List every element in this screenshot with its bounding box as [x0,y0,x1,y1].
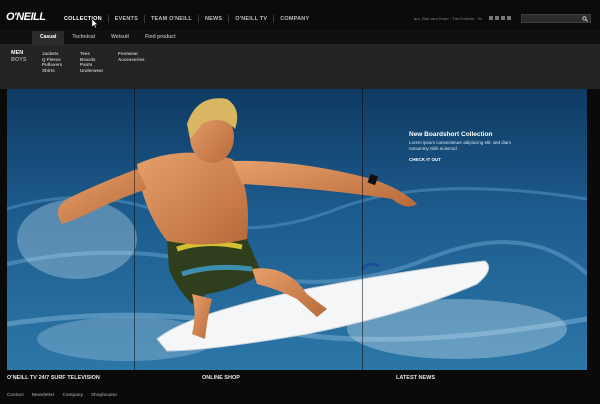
tab-find-product[interactable]: Find product [137,31,184,45]
search-input[interactable] [521,14,591,23]
oneill-logo[interactable]: O'NEILL [6,11,46,23]
nav-collection[interactable]: COLLECTION [58,15,109,23]
menu-item-accessories[interactable]: Accessories [118,57,145,63]
promo-text: Lorem ipsum consectetuer adipiscing elit… [409,140,512,151]
utility-links[interactable]: arc, Bas and Kean · Tim Kolleon · fb [414,16,482,21]
footer-link-company[interactable]: Company [63,392,84,397]
nav-events[interactable]: EVENTS [109,15,145,23]
facebook-icon[interactable] [489,16,493,20]
promo-block: New Boardshort Collection Lorem ipsum co… [409,131,549,162]
menu-column-extras: Footwear Accessories [118,51,145,62]
grid-divider [362,89,363,370]
search-icon[interactable] [582,16,588,22]
footer-links: Contact Newsletter Company Shoplocator [7,392,117,397]
gender-selector: MEN BOYS [11,50,27,64]
footer-link-shoplocator[interactable]: Shoplocator [91,392,117,397]
menu-column-basics: Tees Boards Pants Underwear [80,51,103,73]
menu-column-tops: Jackets Q Fleece Pullovers Shirts [42,51,62,73]
footer-online-shop[interactable]: ONLINE SHOP [202,375,240,381]
promo-title: New Boardshort Collection [409,131,493,138]
menu-item-pullovers[interactable]: Pullovers [42,62,62,68]
footer-latest-news[interactable]: LATEST NEWS [396,375,435,381]
social-icons [489,16,511,20]
nav-company[interactable]: COMPANY [274,15,315,23]
footer-link-contact[interactable]: Contact [7,392,24,397]
gender-boys[interactable]: BOYS [11,57,27,64]
nav-team-oneill[interactable]: TEAM O'NEILL [145,15,199,23]
footer-oneill-tv[interactable]: O'NEILL TV 24/7 SURF TELEVISION [7,375,100,381]
footer-link-newsletter[interactable]: Newsletter [32,392,55,397]
nav-oneill-tv[interactable]: O'NEILL TV [229,15,275,23]
sub-tabs: Casual Technical Wetsuit Find product [32,31,184,45]
tab-casual[interactable]: Casual [32,31,65,45]
gender-men[interactable]: MEN [11,50,27,57]
youtube-icon[interactable] [501,16,505,20]
check-it-out-link[interactable]: CHECK IT OUT [409,157,549,162]
mouse-cursor-icon [92,19,98,28]
grid-divider [134,89,135,370]
twitter-icon[interactable] [495,16,499,20]
hero-banner[interactable]: New Boardshort Collection Lorem ipsum co… [7,89,587,370]
rss-icon[interactable] [507,16,511,20]
menu-item-underwear[interactable]: Underwear [80,68,103,74]
tab-technical[interactable]: Technical [64,31,103,45]
menu-item-shirts[interactable]: Shirts [42,68,62,74]
tab-wetsuit[interactable]: Wetsuit [103,31,137,45]
nav-news[interactable]: NEWS [199,15,230,23]
